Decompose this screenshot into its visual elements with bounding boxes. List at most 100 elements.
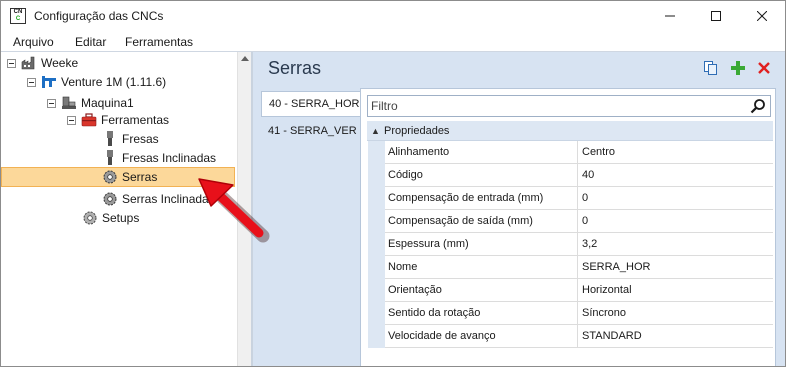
close-button[interactable] [739,1,785,31]
tree-node-weeke[interactable]: Weeke [7,54,78,72]
category-row[interactable]: ▲ Propriedades [367,121,773,141]
property-value[interactable]: 3,2 [582,238,597,250]
property-value[interactable]: Centro [582,146,615,158]
property-row[interactable]: Orientação Horizontal [368,279,773,302]
tree-label: Setups [102,211,140,225]
column-divider[interactable] [577,141,578,164]
column-divider[interactable] [577,256,578,279]
maximize-button[interactable] [693,1,739,31]
property-value[interactable]: 0 [582,192,588,204]
property-name: Alinhamento [388,146,450,158]
property-row[interactable]: Compensação de entrada (mm) 0 [368,187,773,210]
property-name: Orientação [388,284,442,296]
scroll-up-arrow-icon[interactable] [241,56,249,61]
column-divider[interactable] [577,187,578,210]
tree-node-fresas-inclinadas[interactable]: Fresas Inclinadas [102,149,216,167]
property-name: Velocidade de avanço [388,330,496,342]
category-label: Propriedades [384,124,450,137]
minimize-button[interactable] [647,1,693,31]
tree-node-serras-inclinadas[interactable]: Serras Inclinadas [102,190,215,208]
router-bit-icon [102,150,118,166]
collapse-toggle[interactable] [7,58,16,68]
column-divider[interactable] [577,210,578,233]
property-name: Compensação de saída (mm) [388,215,533,227]
property-value[interactable]: STANDARD [582,330,642,342]
tree-scrollbar[interactable] [237,52,251,366]
tree-node-fresas[interactable]: Fresas [102,130,159,148]
cnc-app-icon: CN C [10,8,26,24]
collapse-toggle[interactable] [67,115,76,125]
tree-node-serras-selected[interactable]: Serras [1,167,235,187]
maximize-icon [711,11,721,21]
menu-arquivo[interactable]: Arquivo [13,35,54,49]
tree-label: Fresas Inclinadas [122,151,217,165]
column-divider[interactable] [577,325,578,348]
machine-icon [61,95,77,111]
tab-serra-hor[interactable]: 40 - SERRA_HOR [261,91,361,117]
column-divider[interactable] [577,233,578,256]
gear-icon [102,169,118,185]
property-value[interactable]: Horizontal [582,284,632,296]
collapse-toggle[interactable] [47,98,56,108]
row-gutter [368,256,385,279]
minimize-icon [665,15,675,17]
property-row[interactable]: Sentido da rotação Síncrono [368,302,773,325]
tool-tabs: 40 - SERRA_HOR 41 - SERRA_VER [253,87,361,366]
row-gutter [368,233,385,256]
close-icon [757,11,767,21]
property-row[interactable]: Código 40 [368,164,773,187]
property-value[interactable]: 40 [582,169,594,181]
plus-icon [731,61,745,75]
machine-tree: Weeke Venture 1M (1.11.6) Maquina1 Ferra… [1,52,237,366]
router-bit-icon [102,131,118,147]
property-name: Nome [388,261,418,273]
property-row[interactable]: Alinhamento Centro [368,141,773,164]
property-row[interactable]: Espessura (mm) 3,2 [368,233,773,256]
column-divider[interactable] [577,302,578,325]
delete-x-icon [758,62,770,74]
tree-label: Venture 1M (1.11.6) [61,75,167,89]
tree-label: Weeke [41,56,79,70]
factory-icon [21,55,37,71]
row-gutter [368,164,385,187]
add-button[interactable] [729,59,747,77]
row-gutter [368,210,385,233]
property-row[interactable]: Velocidade de avanço STANDARD [368,325,773,348]
filter-box [367,95,771,117]
property-name: Espessura (mm) [388,238,469,250]
copy-icon [704,61,717,75]
column-divider[interactable] [577,164,578,187]
property-name: Sentido da rotação [388,307,481,319]
search-icon[interactable] [750,98,766,114]
copy-button[interactable] [702,59,720,77]
property-name: Código [388,169,423,181]
machine-icon [41,74,57,90]
tree-node-venture[interactable]: Venture 1M (1.11.6) [27,73,166,91]
filter-input[interactable] [371,98,741,114]
property-row[interactable]: Compensação de saída (mm) 0 [368,210,773,233]
menu-ferramentas[interactable]: Ferramentas [125,35,193,49]
tree-node-ferramentas[interactable]: Ferramentas [67,111,169,129]
app-window: CN C Configuração das CNCs Arquivo Editar… [0,0,786,367]
gear-icon [102,191,118,207]
row-gutter [368,141,385,164]
property-value[interactable]: Síncrono [582,307,626,319]
property-row[interactable]: Nome SERRA_HOR [368,256,773,279]
collapse-triangle-icon[interactable]: ▲ [367,126,384,136]
column-divider[interactable] [577,279,578,302]
tree-node-maquina1[interactable]: Maquina1 [47,94,134,112]
property-name: Compensação de entrada (mm) [388,192,544,204]
panel-title: Serras [268,58,322,78]
detail-panel: Serras 40 - SERRA_HOR 41 - SERRA_VER ▲ P… [253,52,785,366]
delete-button[interactable] [755,59,773,77]
property-grid: ▲ Propriedades Alinhamento Centro Código 40… [367,121,773,348]
property-value[interactable]: SERRA_HOR [582,261,650,273]
collapse-toggle[interactable] [27,77,36,87]
tree-node-setups[interactable]: Setups [82,209,139,227]
title-bar: CN C Configuração das CNCs [1,1,785,31]
tab-serra-ver[interactable]: 41 - SERRA_VER [261,118,361,144]
window-title: Configuração das CNCs [34,9,164,23]
menu-editar[interactable]: Editar [75,35,106,49]
tree-label: Serras [122,170,158,184]
property-value[interactable]: 0 [582,215,588,227]
